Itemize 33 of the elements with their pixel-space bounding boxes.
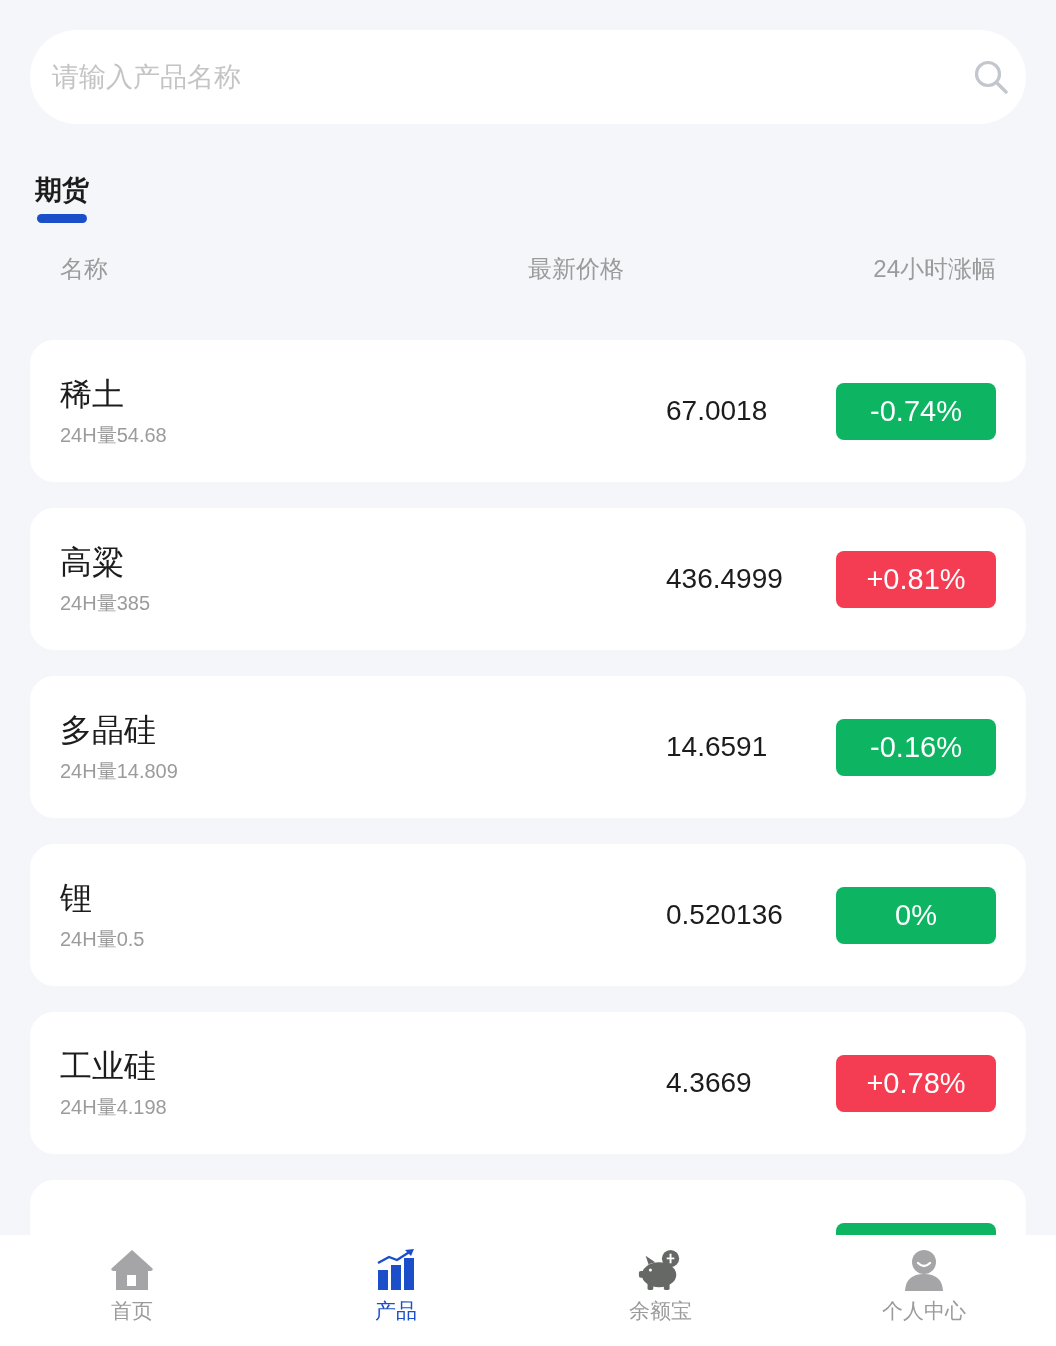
change-badge: -0.74%: [836, 382, 996, 440]
product-card[interactable]: 多晶硅 24H量14.809 14.6591 -0.16%: [30, 676, 1026, 818]
price-text: 14.6591: [666, 731, 768, 763]
product-card[interactable]: 锂 24H量0.5 0.520136 0%: [30, 844, 1026, 986]
volume-text: 24H量385: [60, 591, 151, 615]
tab[interactable]: 期货: [35, 174, 89, 223]
product-card[interactable]: 高粱 24H量385 436.4999 +0.81%: [30, 508, 1026, 650]
price-text: 67.0018: [666, 395, 768, 427]
price-text: 4.3669: [666, 1067, 752, 1099]
column-header: 24小时涨幅: [873, 255, 996, 283]
product-name: 高粱: [60, 543, 124, 581]
column-header: 最新价格: [528, 255, 624, 283]
product-card[interactable]: 工业硅 24H量4.198 4.3669 +0.78%: [30, 1012, 1026, 1154]
product-name: 工业硅: [60, 1047, 156, 1085]
change-badge: 0%: [836, 886, 996, 944]
house-icon: [109, 1248, 155, 1292]
price-text: 436.4999: [666, 563, 783, 595]
change-badge: -0.16%: [836, 718, 996, 776]
product-card[interactable]: 稀土 24H量54.68 67.0018 -0.74%: [30, 340, 1026, 482]
volume-text: 24H量0.5: [60, 927, 145, 951]
volume-text: 24H量54.68: [60, 423, 167, 447]
volume-text: 24H量4.198: [60, 1095, 167, 1119]
column-header: 名称: [60, 255, 108, 283]
product-name: 稀土: [60, 375, 124, 413]
search-icon[interactable]: [974, 60, 1008, 94]
product-name: 多晶硅: [60, 711, 156, 749]
search-field[interactable]: 请输入产品名称: [30, 30, 1026, 124]
nav-item[interactable]: 产品: [264, 1235, 528, 1346]
change-badge: +0.81%: [836, 550, 996, 608]
volume-text: 24H量14.809: [60, 759, 178, 783]
product-name: 锂: [60, 879, 92, 917]
price-text: 0.520136: [666, 899, 783, 931]
change-badge: +0.78%: [836, 1054, 996, 1112]
